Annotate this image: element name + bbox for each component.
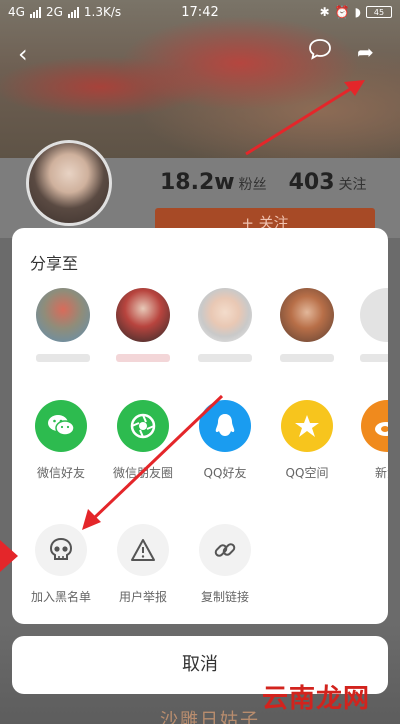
back-icon[interactable]: ‹ [18,40,28,68]
contact-avatar-placeholder [360,288,388,342]
share-sheet-title: 分享至 [30,254,79,273]
contact-name-blurred [116,354,170,362]
share-wechat-label: 微信好友 [36,466,85,480]
qzone-icon [281,400,333,452]
share-weibo-label: 新浪 [374,466,388,480]
contact-item[interactable] [36,288,90,362]
follow-count: 403 [288,170,335,195]
follow-label: 关注 [338,177,367,193]
share-moments-label: 微信朋友圈 [112,466,173,480]
contact-item[interactable] [360,288,388,362]
network-type-2: 2G [45,5,63,19]
share-wechat[interactable]: 微信好友 [26,400,96,481]
background-caption: 沙雕日姑子 [160,710,260,724]
link-icon [199,524,251,576]
contact-name-blurred [280,354,334,362]
contact-item[interactable] [116,288,170,362]
wifi-icon: ◗ [354,5,361,19]
bluetooth-icon: ✱ [319,5,330,19]
contact-avatar [280,288,334,342]
blacklist-button[interactable]: 加入黑名单 [26,524,96,605]
share-sheet: 分享至 微信好友 微信朋友圈 QQ好友 QQ空间 新 加入黑名单 用户举报 复制… [12,228,388,624]
share-moments[interactable]: 微信朋友圈 [108,400,178,481]
warning-icon [117,524,169,576]
fans-count: 18.2w [160,170,235,195]
battery-level: 45 [373,7,385,17]
report-user-label: 用户举报 [118,590,167,604]
copy-link-label: 复制链接 [200,590,249,604]
share-apps-row: 微信好友 微信朋友圈 QQ好友 QQ空间 新 [12,400,388,490]
contact-name-blurred [36,354,90,362]
share-icon[interactable]: ➦ [357,40,374,64]
wechat-icon [35,400,87,452]
moments-icon [117,400,169,452]
contact-name-blurred [360,354,388,362]
contact-item[interactable] [198,288,252,362]
qq-icon [199,400,251,452]
blacklist-label: 加入黑名单 [30,590,91,604]
share-qq[interactable]: QQ好友 [190,400,260,481]
contact-avatar [198,288,252,342]
share-weibo[interactable]: 新浪 [352,400,388,481]
copy-link-button[interactable]: 复制链接 [190,524,260,605]
signal-icon-2 [67,6,79,18]
status-time: 17:42 [181,4,219,20]
contact-item[interactable] [280,288,334,362]
alarm-icon: ⏰ [334,5,350,19]
skull-icon [35,524,87,576]
share-qq-label: QQ好友 [203,466,247,480]
contact-avatar [116,288,170,342]
contact-name-blurred [198,354,252,362]
profile-stats: 18.2w 粉丝 403 关注 [160,170,389,195]
status-bar: 4G 2G 1.3K/s 17:42 ✱ ⏰ ◗ 45 [0,0,400,24]
share-qzone-label: QQ空间 [285,466,329,480]
profile-avatar[interactable] [26,140,112,226]
report-user-button[interactable]: 用户举报 [108,524,178,605]
share-qzone[interactable]: QQ空间 [272,400,342,481]
network-speed: 1.3K/s [83,5,122,19]
network-type-1: 4G [8,5,25,19]
contact-avatar [36,288,90,342]
weibo-icon [361,400,388,452]
share-tools-row: 加入黑名单 用户举报 复制链接 [12,524,388,614]
top-nav: ‹ ➦ [0,38,400,68]
chat-icon[interactable] [308,38,332,60]
battery-icon: 45 [366,6,392,18]
recent-contacts-row [12,288,388,368]
signal-icon [29,6,41,18]
fans-label: 粉丝 [238,177,267,193]
watermark-logo: 云南龙网 [262,684,371,714]
